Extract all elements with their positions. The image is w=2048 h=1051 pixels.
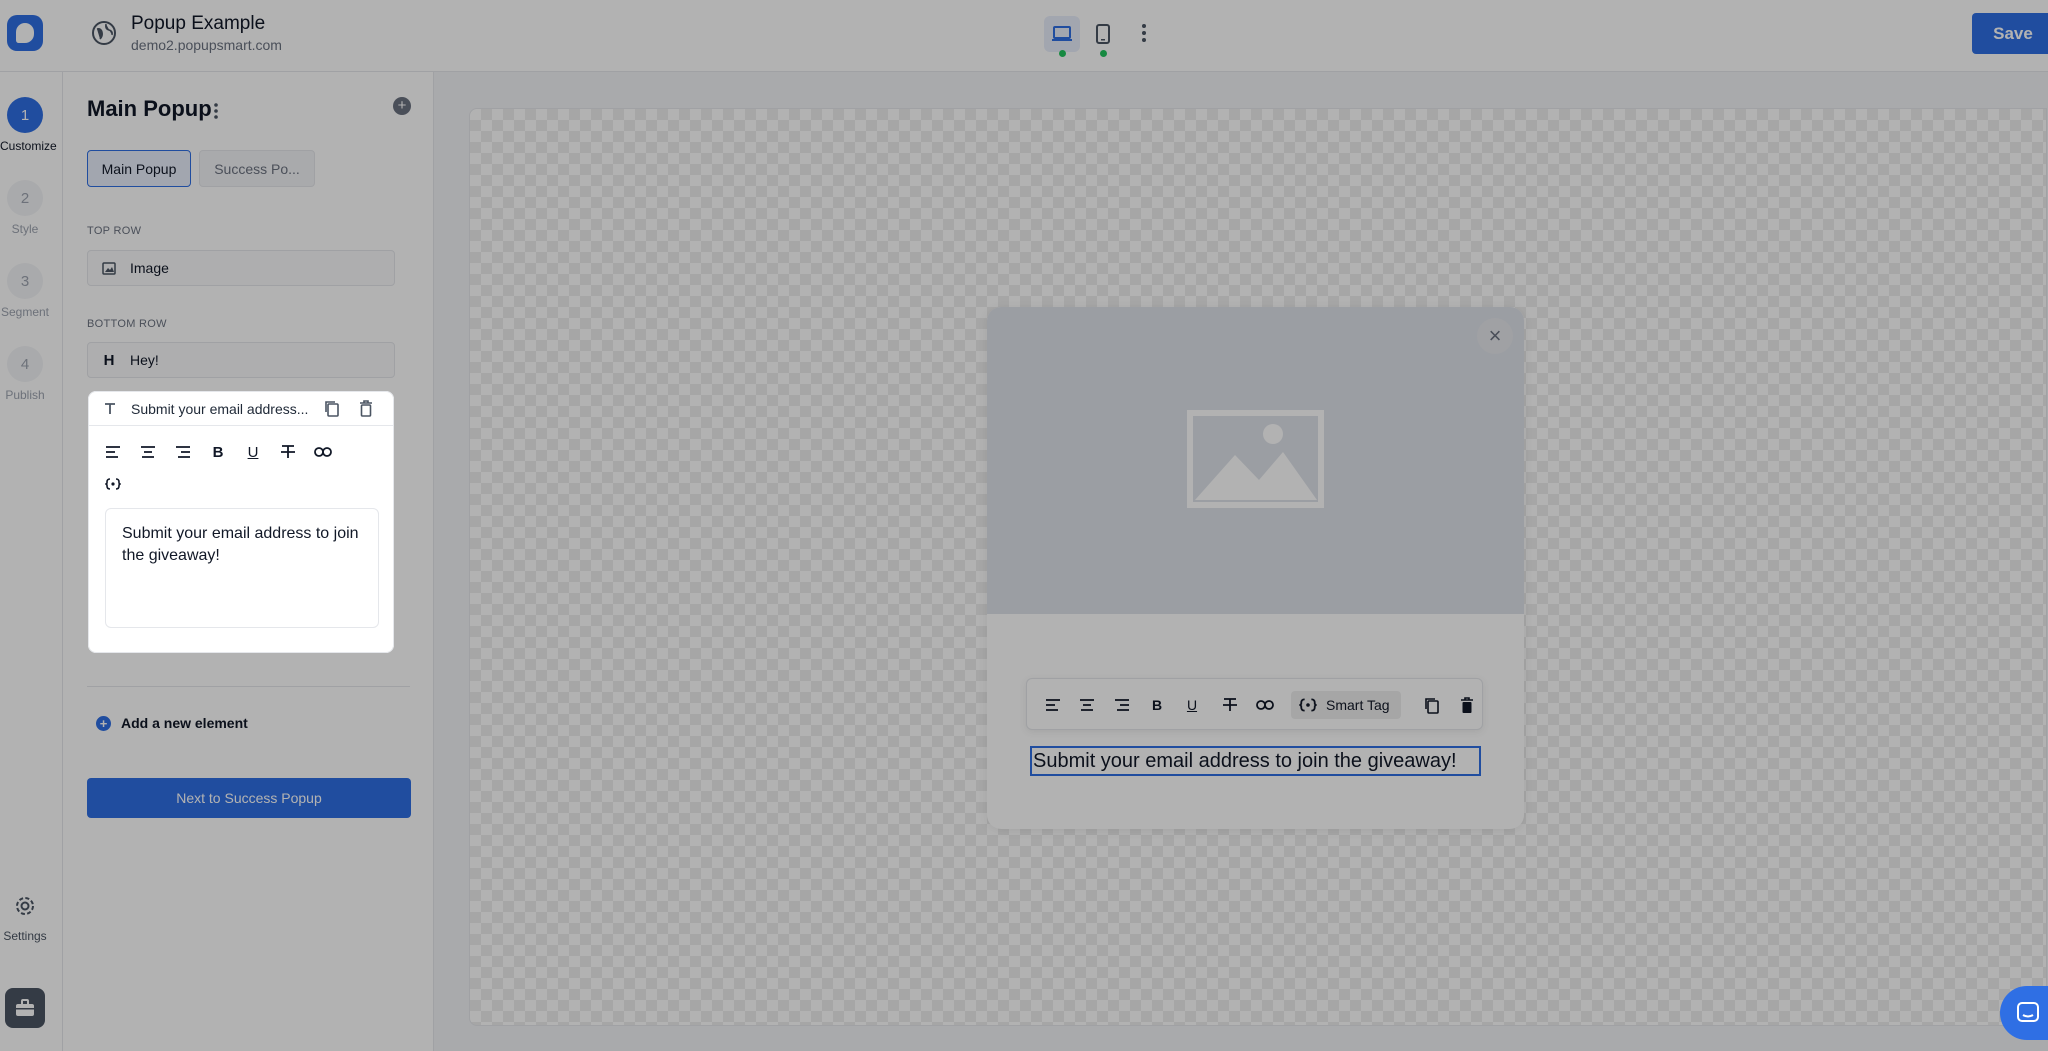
align-right-icon[interactable]	[173, 442, 193, 462]
text-content-editor[interactable]: Submit your email address to join the gi…	[105, 508, 379, 628]
chat-icon	[2017, 1002, 2039, 1022]
strikethrough-icon[interactable]	[278, 442, 298, 462]
close-icon[interactable]: ×	[1477, 318, 1513, 354]
mobile-view-button[interactable]	[1085, 16, 1121, 57]
chat-support-button[interactable]	[2000, 986, 2048, 1040]
underline-icon[interactable]: U	[243, 442, 263, 462]
heading-icon: H	[103, 351, 115, 369]
settings-button[interactable]: Settings	[0, 894, 50, 943]
step-style[interactable]: 2 Style	[0, 180, 50, 236]
smart-tag-label: Smart Tag	[1326, 697, 1390, 713]
step-number: 1	[7, 97, 43, 133]
more-options-icon[interactable]	[1136, 20, 1152, 46]
smart-tag-icon[interactable]	[103, 474, 123, 494]
text-element-header[interactable]: Submit your email address...	[89, 392, 393, 426]
top-row-label: TOP ROW	[87, 225, 142, 237]
gear-icon	[16, 897, 34, 915]
steps-rail: 1 Customize 2 Style 3 Segment 4 Publish …	[0, 72, 63, 1051]
status-dot	[1059, 50, 1066, 57]
image-placeholder-icon	[1187, 410, 1324, 508]
tab-main-popup[interactable]: Main Popup	[87, 150, 191, 187]
align-center-icon[interactable]	[1077, 695, 1097, 715]
globe-icon	[92, 21, 116, 45]
status-dot	[1100, 50, 1107, 57]
add-element-button[interactable]: + Add a new element	[96, 715, 248, 731]
step-publish[interactable]: 4 Publish	[0, 346, 50, 402]
step-label: Customize	[0, 139, 57, 153]
mobile-icon	[1096, 24, 1110, 44]
image-icon	[102, 261, 116, 275]
more-options-icon[interactable]	[209, 100, 223, 122]
text-element-card[interactable]: Submit your email address... B U Submit …	[88, 391, 394, 653]
step-segment[interactable]: 3 Segment	[0, 263, 50, 319]
editor-panel: Main Popup + Main Popup Success Po... TO…	[63, 72, 434, 1051]
align-left-icon[interactable]	[103, 442, 123, 462]
smart-tag-icon	[1299, 698, 1317, 712]
text-icon	[105, 403, 115, 414]
step-label: Publish	[5, 388, 45, 402]
add-icon[interactable]: +	[393, 97, 411, 115]
briefcase-icon	[16, 999, 34, 1016]
element-label: Image	[130, 260, 169, 276]
desktop-icon	[1052, 26, 1072, 41]
desktop-view-button[interactable]	[1044, 16, 1080, 57]
element-label: Hey!	[130, 352, 159, 368]
strikethrough-icon[interactable]	[1220, 695, 1240, 715]
text-element-title: Submit your email address...	[131, 400, 309, 417]
popup-image[interactable]	[987, 307, 1524, 614]
text-format-toolbar: B U Smart Tag	[1026, 678, 1483, 730]
top-bar: Popup Example demo2.popupsmart.com Save	[0, 0, 2048, 72]
trash-icon[interactable]	[359, 400, 373, 417]
popupsmart-logo[interactable]	[7, 15, 43, 51]
panel-title: Main Popup	[87, 96, 212, 121]
briefcase-button[interactable]	[5, 988, 45, 1028]
divider	[87, 686, 410, 687]
smart-tag-button[interactable]: Smart Tag	[1291, 691, 1401, 719]
plus-circle-icon: +	[96, 715, 111, 731]
format-toolbar: B U	[103, 442, 333, 462]
trash-icon[interactable]	[1457, 695, 1477, 715]
align-left-icon[interactable]	[1043, 695, 1063, 715]
step-label: Segment	[0, 305, 50, 319]
tab-success-popup[interactable]: Success Po...	[199, 150, 315, 187]
step-label: Style	[11, 222, 39, 236]
bold-icon[interactable]: B	[208, 442, 228, 462]
link-icon[interactable]	[313, 442, 333, 462]
bold-icon[interactable]: B	[1147, 695, 1167, 715]
popup-name: Popup Example	[131, 13, 266, 34]
copy-icon[interactable]	[1422, 695, 1442, 715]
bottom-row-label: BOTTOM ROW	[87, 318, 167, 330]
align-right-icon[interactable]	[1112, 695, 1132, 715]
settings-label: Settings	[3, 929, 47, 943]
site-domain: demo2.popupsmart.com	[131, 37, 282, 53]
step-number: 2	[7, 180, 43, 216]
step-customize[interactable]: 1 Customize	[0, 97, 57, 153]
element-image[interactable]: Image	[87, 250, 395, 286]
step-number: 4	[7, 346, 43, 382]
step-number: 3	[7, 263, 43, 299]
save-button[interactable]: Save	[1972, 13, 2048, 54]
popup-text-element[interactable]: Submit your email address to join the gi…	[1030, 746, 1481, 776]
underline-icon[interactable]: U	[1182, 695, 1202, 715]
add-element-label: Add a new element	[121, 715, 248, 731]
element-heading[interactable]: H Hey!	[87, 342, 395, 378]
copy-icon[interactable]	[324, 400, 340, 417]
align-center-icon[interactable]	[138, 442, 158, 462]
link-icon[interactable]	[1255, 695, 1275, 715]
next-to-success-button[interactable]: Next to Success Popup	[87, 778, 411, 818]
